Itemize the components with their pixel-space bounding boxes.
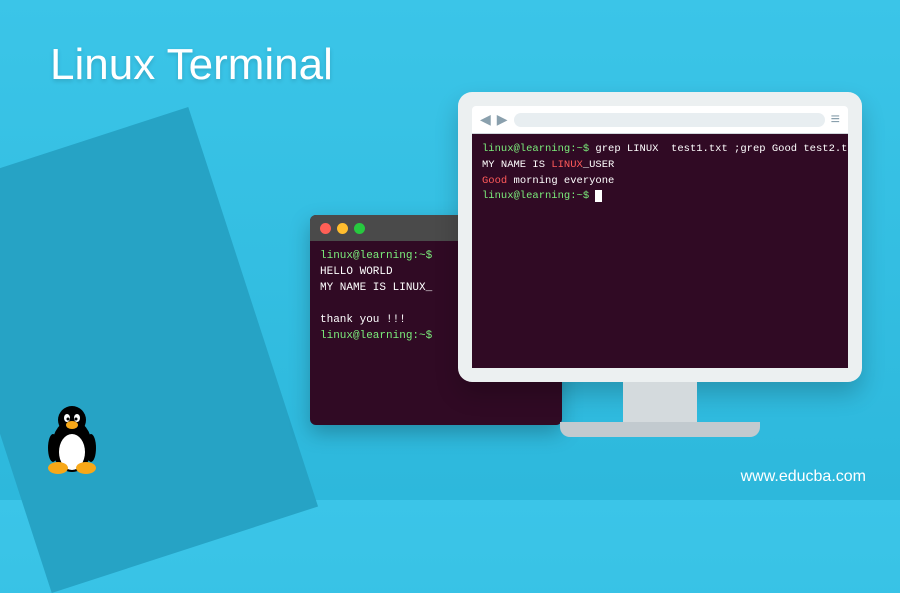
prompt: linux@learning:~$ xyxy=(482,190,595,202)
highlight: LINUX xyxy=(551,159,583,171)
monitor-base xyxy=(560,422,760,437)
background-shape xyxy=(0,107,318,593)
cursor-icon xyxy=(595,190,602,202)
prompt: linux@learning:~$ xyxy=(320,330,432,342)
monitor-screen: ◀ ▶ ≡ linux@learning:~$ grep LINUX test1… xyxy=(472,106,848,368)
prompt: linux@learning:~$ xyxy=(320,250,432,262)
close-icon[interactable] xyxy=(320,223,331,234)
command-text: grep LINUX test1.txt ;grep Good test2.tx… xyxy=(589,143,848,155)
output-line: morning everyone xyxy=(507,175,614,187)
output-line: MY NAME IS xyxy=(482,159,551,171)
minimize-icon[interactable] xyxy=(337,223,348,234)
monitor: ◀ ▶ ≡ linux@learning:~$ grep LINUX test1… xyxy=(458,92,862,437)
tux-penguin-icon xyxy=(40,402,104,476)
website-url: www.educba.com xyxy=(741,468,866,486)
prompt: linux@learning:~$ xyxy=(482,143,589,155)
highlight: Good xyxy=(482,175,507,187)
maximize-icon[interactable] xyxy=(354,223,365,234)
browser-toolbar: ◀ ▶ ≡ xyxy=(472,106,848,134)
forward-icon[interactable]: ▶ xyxy=(497,111,508,128)
monitor-bezel: ◀ ▶ ≡ linux@learning:~$ grep LINUX test1… xyxy=(458,92,862,382)
menu-icon[interactable]: ≡ xyxy=(831,111,840,129)
output-line: _USER xyxy=(583,159,615,171)
monitor-stand xyxy=(623,382,697,422)
page-title: Linux Terminal xyxy=(50,40,333,90)
output-line: thank you !!! xyxy=(320,314,406,326)
output-line: MY NAME IS LINUX_ xyxy=(320,282,432,294)
back-icon[interactable]: ◀ xyxy=(480,111,491,128)
address-bar[interactable] xyxy=(514,113,825,127)
output-line: HELLO WORLD xyxy=(320,266,393,278)
terminal-output: linux@learning:~$ grep LINUX test1.txt ;… xyxy=(472,134,848,368)
